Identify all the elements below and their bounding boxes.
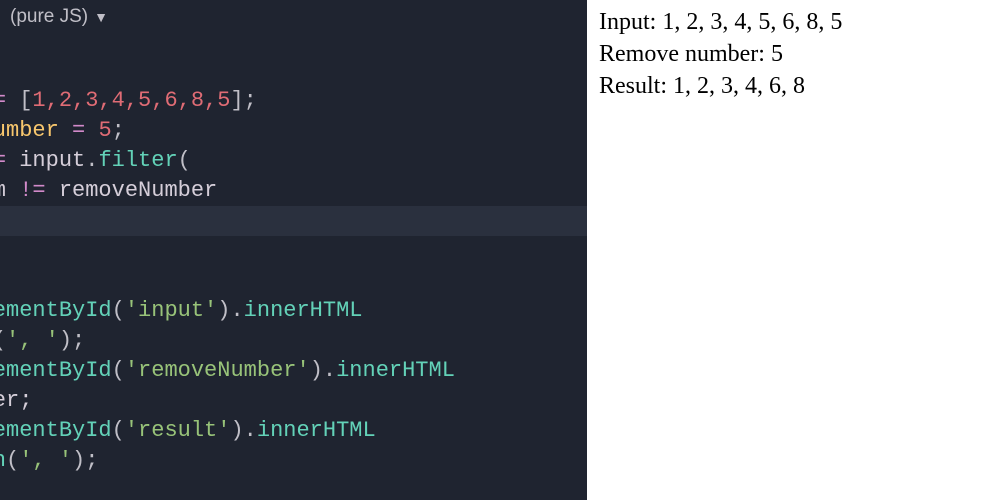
output-input-value: 1, 2, 3, 4, 5, 6, 8, 5 [662,9,842,35]
output-remove-value: 5 [771,41,783,67]
output-result-value: 1, 2, 3, 4, 6, 8 [673,73,805,99]
code-line-8: etElementById('removeNumber').innerHTML [0,358,455,383]
code-line-6: etElementById('input').innerHTML [0,298,363,323]
code-editor-pane: (pure JS) ▼ ut = [1,2,3,4,5,6,8,5]; oveN… [0,0,587,500]
app-root: (pure JS) ▼ ut = [1,2,3,4,5,6,8,5]; oveN… [0,0,1000,500]
output-input-label: Input: [599,9,662,35]
code-block[interactable]: ut = [1,2,3,4,5,6,8,5]; oveNumber = 5; l… [0,34,587,500]
output-remove-line: Remove number: 5 [599,38,988,70]
code-line-10: etElementById('result').innerHTML [0,418,376,443]
code-line-3: lt = input.filter( [0,148,191,173]
editor-header: (pure JS) ▼ [0,0,587,34]
output-result-label: Result: [599,73,673,99]
output-result-line: Result: 1, 2, 3, 4, 6, 8 [599,70,988,102]
code-line-7: join(', '); [0,328,85,353]
chevron-down-icon[interactable]: ▼ [94,9,108,25]
language-label: (pure JS) [10,6,88,28]
code-line-9: Number; [0,388,32,413]
code-line-5-highlight [0,206,587,236]
code-line-2: oveNumber = 5; [0,118,125,143]
output-input-line: Input: 1, 2, 3, 4, 5, 6, 8, 5 [599,6,988,38]
output-pane: Input: 1, 2, 3, 4, 5, 6, 8, 5 Remove num… [587,0,1000,500]
output-remove-label: Remove number: [599,41,771,67]
code-line-4: item != removeNumber [0,178,217,203]
code-line-1: ut = [1,2,3,4,5,6,8,5]; [0,88,257,113]
code-line-11: .join(', '); [0,448,98,473]
